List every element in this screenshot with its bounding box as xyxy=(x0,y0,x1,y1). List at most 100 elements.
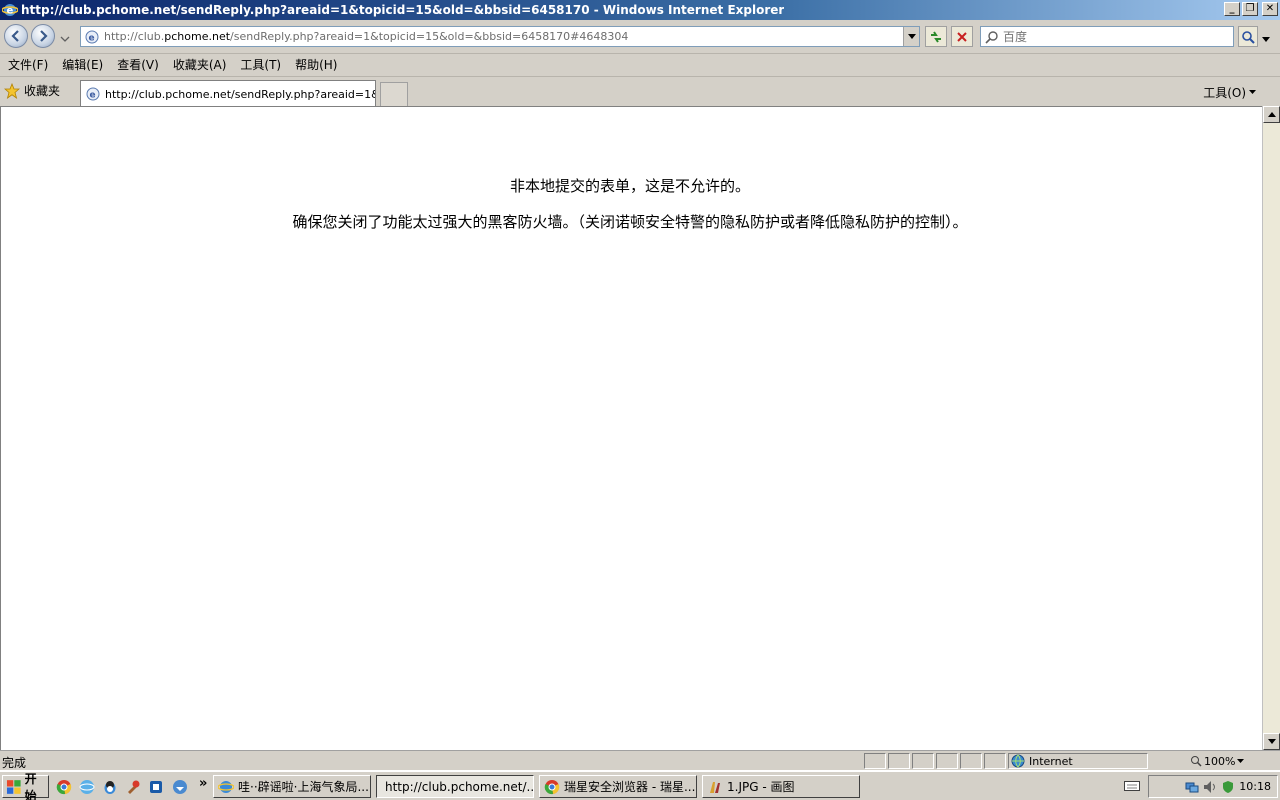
browser-shortcut-icon[interactable] xyxy=(79,779,95,795)
status-text: 完成 xyxy=(2,756,27,770)
tab-title: http://club.pchome.net/sendReply.php?are… xyxy=(105,87,376,101)
svg-text:e: e xyxy=(90,91,96,101)
status-panel xyxy=(888,753,910,769)
taskbar: 开始 » 哇··辟谣啦·上海气象局... http://club.pchome.… xyxy=(0,770,1280,800)
network-icon[interactable] xyxy=(1185,780,1199,794)
menu-edit[interactable]: 编辑(E) xyxy=(58,56,107,73)
system-tray: 10:18 xyxy=(1148,775,1278,798)
status-bar: 完成 Internet 100% xyxy=(0,750,1280,770)
error-message-line1: 非本地提交的表单，这是不允许的。 xyxy=(509,177,750,195)
taskbar-button-label: http://club.pchome.net/... xyxy=(385,779,534,794)
taskbar-button[interactable]: 哇··辟谣啦·上海气象局... xyxy=(213,775,371,798)
star-icon xyxy=(4,82,20,99)
zoom-level: 100% xyxy=(1204,754,1236,768)
svg-text:e: e xyxy=(89,33,95,43)
status-panel xyxy=(864,753,886,769)
back-arrow-icon xyxy=(11,30,19,42)
search-options-dropdown[interactable] xyxy=(1262,32,1270,46)
messenger-icon[interactable] xyxy=(172,779,188,795)
stop-button[interactable] xyxy=(951,26,973,47)
status-panel xyxy=(960,753,982,769)
favorites-label: 收藏夹 xyxy=(24,84,61,98)
page-icon: e xyxy=(86,87,100,101)
back-button[interactable] xyxy=(4,24,28,48)
error-message-line2: 确保您关闭了功能太过强大的黑客防火墙。（关闭诺顿安全特警的隐私防护或者降低隐私防… xyxy=(292,213,968,231)
address-domain: pchome.net xyxy=(164,30,231,43)
close-window-button[interactable]: ✕ xyxy=(1262,2,1278,16)
security-shield-icon[interactable] xyxy=(1221,780,1235,794)
title-bar: e http://club.pchome.net/sendReply.php?a… xyxy=(0,0,1280,20)
clock: 10:18 xyxy=(1239,780,1271,793)
volume-icon[interactable] xyxy=(1203,780,1217,794)
address-dropdown-button[interactable] xyxy=(903,27,919,46)
restore-button[interactable]: ❐ xyxy=(1242,2,1258,16)
address-bar[interactable]: e http://club.pchome.net/sendReply.php?a… xyxy=(80,26,920,47)
ie-icon xyxy=(218,780,234,793)
refresh-icon xyxy=(931,30,941,43)
globe-icon xyxy=(1011,754,1025,768)
start-button[interactable]: 开始 xyxy=(2,772,49,800)
tools-button[interactable]: 工具(O) xyxy=(1203,84,1256,101)
svg-text:e: e xyxy=(7,6,14,17)
taskbar-button-active[interactable]: http://club.pchome.net/... xyxy=(376,775,534,798)
dropdown-arrow-icon xyxy=(1237,758,1245,763)
forward-button[interactable] xyxy=(31,24,55,48)
taskbar-button-label: 哇··辟谣啦·上海气象局... xyxy=(238,780,369,794)
scroll-up-button[interactable] xyxy=(1263,106,1280,123)
page-content: 非本地提交的表单，这是不允许的。 确保您关闭了功能太过强大的黑客防火墙。（关闭诺… xyxy=(0,106,1262,750)
search-box[interactable] xyxy=(980,26,1234,47)
menu-favorites[interactable]: 收藏夹(A) xyxy=(169,56,231,73)
app-shortcut-icon[interactable] xyxy=(148,779,164,795)
menu-tools[interactable]: 工具(T) xyxy=(236,56,285,73)
dropdown-arrow-icon xyxy=(907,33,916,39)
keyboard-icon[interactable] xyxy=(1124,780,1140,795)
favorites-button[interactable]: 收藏夹 xyxy=(4,82,60,99)
recent-pages-dropdown[interactable] xyxy=(60,32,70,46)
chevron-down-icon xyxy=(60,36,70,42)
menu-view[interactable]: 查看(V) xyxy=(113,56,163,73)
chrome-icon[interactable] xyxy=(56,779,72,795)
vertical-scrollbar[interactable] xyxy=(1262,106,1280,750)
search-go-button[interactable] xyxy=(1238,26,1258,47)
ie-logo-icon: e xyxy=(2,4,18,17)
search-magnifier-icon xyxy=(985,30,998,44)
tab-current-page[interactable]: e http://club.pchome.net/sendReply.php?a… xyxy=(80,80,376,107)
menu-bar: 文件(F) 编辑(E) 查看(V) 收藏夹(A) 工具(T) 帮助(H) xyxy=(0,53,1280,75)
qq-icon[interactable] xyxy=(102,779,118,795)
address-text[interactable]: http://club.pchome.net/sendReply.php?are… xyxy=(100,30,903,43)
status-panel xyxy=(936,753,958,769)
tab-bar: 收藏夹 e http://club.pchome.net/sendReply.p… xyxy=(0,76,1280,107)
stop-x-icon xyxy=(957,31,967,42)
keyboard-icon-svg xyxy=(1124,781,1140,791)
taskbar-button[interactable]: 1.JPG - 画图 xyxy=(702,775,860,798)
zoom-control[interactable]: 100% xyxy=(1190,753,1262,769)
up-arrow-icon xyxy=(1267,112,1276,117)
down-arrow-icon xyxy=(1267,739,1276,744)
search-input[interactable] xyxy=(999,27,1233,46)
page-icon: e xyxy=(85,30,99,43)
zone-label: Internet xyxy=(1029,754,1073,768)
tools-shortcut-icon[interactable] xyxy=(125,779,141,795)
zoom-icon xyxy=(1191,756,1202,767)
status-panel xyxy=(912,753,934,769)
window-title: http://club.pchome.net/sendReply.php?are… xyxy=(21,3,785,17)
menu-file[interactable]: 文件(F) xyxy=(4,56,52,73)
scroll-down-button[interactable] xyxy=(1263,733,1280,750)
quicklaunch-overflow-icon[interactable]: » xyxy=(199,776,207,791)
chrome-icon xyxy=(544,779,560,794)
navigation-bar: e http://club.pchome.net/sendReply.php?a… xyxy=(0,20,1280,52)
menu-help[interactable]: 帮助(H) xyxy=(291,56,341,73)
refresh-button[interactable] xyxy=(925,26,947,47)
paint-icon xyxy=(710,781,720,793)
security-zone[interactable]: Internet xyxy=(1008,753,1148,769)
windows-logo-icon xyxy=(6,779,21,794)
dropdown-arrow-icon xyxy=(1249,90,1256,94)
taskbar-button-label: 瑞星安全浏览器 - 瑞星... xyxy=(564,780,696,794)
search-icon xyxy=(1242,30,1255,44)
new-tab-button[interactable] xyxy=(380,82,408,106)
address-prefix: http://club. xyxy=(104,30,165,43)
dropdown-arrow-icon xyxy=(1262,37,1270,42)
forward-arrow-icon xyxy=(40,30,48,42)
taskbar-button[interactable]: 瑞星安全浏览器 - 瑞星... xyxy=(539,775,697,798)
minimize-button[interactable]: _ xyxy=(1224,2,1240,16)
